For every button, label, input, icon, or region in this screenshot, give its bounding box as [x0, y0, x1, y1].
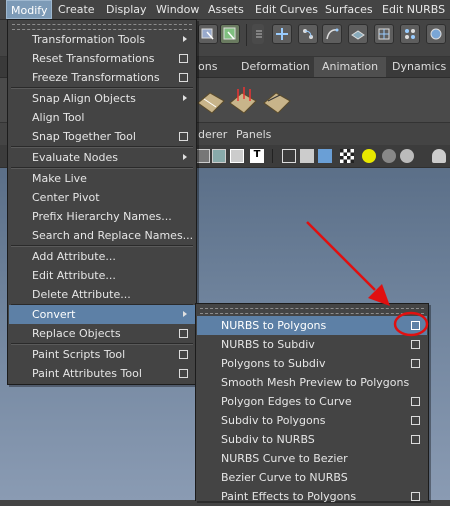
grid-icon[interactable] [212, 149, 226, 163]
surface-deform-icon[interactable] [228, 85, 258, 115]
submenu-arrow-icon [183, 311, 187, 317]
menu-item-reset-transformations[interactable]: Reset Transformations [9, 49, 195, 68]
make-live-icon[interactable] [374, 24, 394, 44]
menu-edit-curves[interactable]: Edit Curves [255, 3, 318, 16]
modify-menu: Transformation Tools Reset Transformatio… [7, 19, 197, 385]
option-box-icon[interactable] [179, 132, 188, 141]
menu-item-subdiv-to-nurbs[interactable]: Subdiv to NURBS [197, 430, 427, 449]
surface-edit-icon[interactable] [262, 85, 292, 115]
menu-item-evaluate-nodes[interactable]: Evaluate Nodes [9, 148, 195, 167]
camera-icon[interactable] [432, 149, 446, 163]
menu-panels[interactable]: Panels [236, 128, 271, 141]
history-icon[interactable] [400, 24, 420, 44]
menu-item-edit-attribute[interactable]: Edit Attribute... [9, 266, 195, 285]
option-box-icon[interactable] [179, 350, 188, 359]
menu-item-paint-scripts-tool[interactable]: Paint Scripts Tool [9, 345, 195, 364]
option-box-icon[interactable] [179, 369, 188, 378]
menu-window[interactable]: Window [156, 3, 199, 16]
wireframe-icon[interactable] [282, 149, 296, 163]
menu-renderer[interactable]: derer [198, 128, 227, 141]
convert-submenu: NURBS to Polygons NURBS to Subdiv Polygo… [195, 303, 429, 503]
xray-icon[interactable] [196, 149, 210, 163]
lasso-select-icon[interactable] [220, 24, 240, 44]
menu-edit-nurbs[interactable]: Edit NURBS [382, 3, 445, 16]
menu-item-subdiv-to-polygons[interactable]: Subdiv to Polygons [197, 411, 427, 430]
menu-item-polygon-edges-to-curve[interactable]: Polygon Edges to Curve [197, 392, 427, 411]
submenu-arrow-icon [183, 36, 187, 42]
menu-item-make-live[interactable]: Make Live [9, 169, 195, 188]
menu-item-paint-attributes-tool[interactable]: Paint Attributes Tool [9, 364, 195, 383]
menu-create[interactable]: Create [58, 3, 95, 16]
submenu-arrow-icon [183, 95, 187, 101]
menu-item-paint-effects-to-polygons[interactable]: Paint Effects to Polygons [197, 487, 427, 506]
menu-modify[interactable]: Modify [6, 0, 53, 19]
main-menubar: Modify Create Display Window Assets Edit… [0, 0, 450, 20]
option-box-icon[interactable] [411, 340, 420, 349]
menu-item-polygons-to-subdiv[interactable]: Polygons to Subdiv [197, 354, 427, 373]
menu-item-nurbs-curve-to-bezier[interactable]: NURBS Curve to Bezier [197, 449, 427, 468]
menu-assets[interactable]: Assets [208, 3, 244, 16]
light-icon[interactable] [362, 149, 376, 163]
tab-polygons[interactable]: ons [198, 60, 217, 73]
tab-animation[interactable]: Animation [314, 57, 387, 77]
menu-item-replace-objects[interactable]: Replace Objects [9, 324, 195, 343]
menu-item-center-pivot[interactable]: Center Pivot [9, 188, 195, 207]
menu-item-align-tool[interactable]: Align Tool [9, 108, 195, 127]
collapse-icon[interactable] [252, 24, 264, 44]
menu-item-freeze-transformations[interactable]: Freeze Transformations [9, 68, 195, 87]
option-box-icon[interactable] [411, 435, 420, 444]
menu-item-nurbs-to-subdiv[interactable]: NURBS to Subdiv [197, 335, 427, 354]
select-tool-icon[interactable] [198, 24, 218, 44]
shadow-icon[interactable] [382, 149, 396, 163]
option-box-icon[interactable] [179, 54, 188, 63]
render-icon[interactable] [426, 24, 446, 44]
toolbar-divider [246, 24, 247, 46]
tearoff-handle[interactable] [200, 308, 424, 314]
menu-item-snap-together-tool[interactable]: Snap Together Tool [9, 127, 195, 146]
menu-item-transformation-tools[interactable]: Transformation Tools [9, 30, 195, 49]
menu-surfaces[interactable]: Surfaces [325, 3, 373, 16]
snap-view-plane-icon[interactable] [348, 24, 368, 44]
menu-item-add-attribute[interactable]: Add Attribute... [9, 247, 195, 266]
option-box-icon[interactable] [411, 321, 420, 330]
menu-item-snap-align-objects[interactable]: Snap Align Objects [9, 89, 195, 108]
tab-dynamics[interactable]: Dynamics [392, 60, 446, 73]
menu-item-delete-attribute[interactable]: Delete Attribute... [9, 285, 195, 304]
toolbar-divider [272, 149, 273, 163]
snap-curve-icon[interactable] [298, 24, 318, 44]
menu-item-smooth-mesh-preview-to-polygons[interactable]: Smooth Mesh Preview to Polygons [197, 373, 427, 392]
tab-deformation[interactable]: Deformation [241, 60, 310, 73]
menu-item-search-and-replace-names[interactable]: Search and Replace Names... [9, 226, 195, 245]
option-box-icon[interactable] [411, 397, 420, 406]
menu-display[interactable]: Display [106, 3, 147, 16]
submenu-arrow-icon [183, 154, 187, 160]
textured-icon[interactable] [318, 149, 332, 163]
ambient-occlusion-icon[interactable] [400, 149, 414, 163]
text-icon[interactable]: T [250, 149, 264, 163]
menu-item-convert[interactable]: Convert [9, 305, 195, 324]
menu-item-prefix-hierarchy-names[interactable]: Prefix Hierarchy Names... [9, 207, 195, 226]
option-box-icon[interactable] [179, 329, 188, 338]
checker-icon[interactable] [340, 149, 354, 163]
option-box-icon[interactable] [411, 359, 420, 368]
option-box-icon[interactable] [179, 73, 188, 82]
option-box-icon[interactable] [411, 416, 420, 425]
menu-item-bezier-curve-to-nurbs[interactable]: Bezier Curve to NURBS [197, 468, 427, 487]
smooth-shade-icon[interactable] [300, 149, 314, 163]
nurbs-tool-icon[interactable] [196, 85, 226, 115]
menu-item-nurbs-to-polygons[interactable]: NURBS to Polygons [197, 316, 427, 335]
snap-grid-icon[interactable] [272, 24, 292, 44]
snap-point-icon[interactable] [322, 24, 342, 44]
isolate-icon[interactable] [230, 149, 244, 163]
